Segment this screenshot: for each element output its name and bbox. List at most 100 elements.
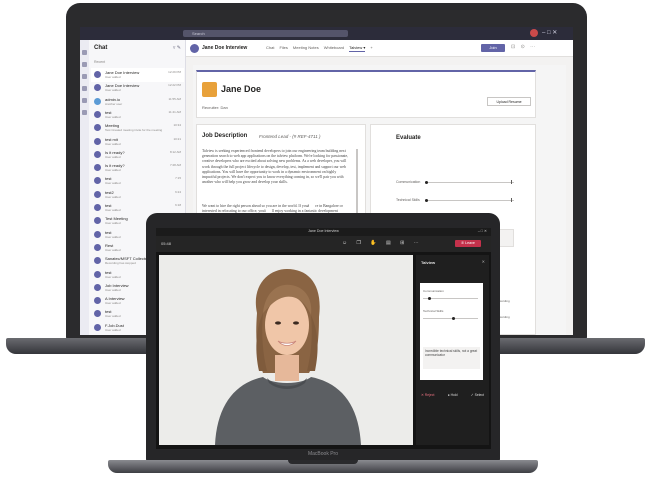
meeting-control-icons[interactable]: ☺ ❐ ✋ ▤ ⊞ ⋯ [342,240,423,246]
activity-icon[interactable] [82,50,87,55]
chat-time: 11:41 AM [168,109,181,114]
meeting-tab[interactable]: Files [279,45,287,52]
chat-list-item[interactable]: Jane Doe Interview User added 12:22 PM [91,81,184,95]
criterion-label: Communication [423,289,444,293]
chat-avatar [94,270,101,278]
talview-side-panel: Talview ✕ Communication Technical Skills… [416,255,489,445]
feedback-textarea[interactable]: Incredible technical skills, not a great… [423,347,480,369]
chat-time: 6:24 [175,189,181,194]
chat-avatar [94,124,101,132]
slider-thumb[interactable] [451,317,455,320]
window-controls[interactable]: – □ ✕ [542,29,557,37]
teams-title-bar: Search – □ ✕ [80,27,573,40]
teams-icon[interactable] [82,74,87,79]
chat-avatar [94,230,101,238]
meeting-tab[interactable]: Whiteboard [324,45,344,52]
chat-avatar [94,164,101,172]
criterion-slider[interactable] [426,182,514,183]
chat-list-item[interactable]: test User added 7:15 [91,174,184,188]
job-description-heading: Job Description [202,133,248,139]
app-rail [80,40,89,335]
chat-avatar [94,97,101,105]
chat-avatar [94,84,101,92]
meeting-tabs: Chat Files Meeting Notes Whiteboard Talview … [266,45,373,52]
job-description-paragraph: Talview is seeking experienced frontend … [202,149,349,185]
participant-portrait [159,255,413,445]
leave-button[interactable]: ✆ Leave [455,240,481,247]
chat-avatar [94,150,101,158]
recent-label: Recent [94,60,106,64]
chat-avatar [94,71,101,78]
chat-preview: User added [105,141,121,146]
slider-thumb[interactable] [424,181,428,184]
meeting-title: Jane Doe Interview [202,45,248,51]
files-icon[interactable] [82,110,87,115]
meeting-toolbar: 05:48 ☺ ❐ ✋ ▤ ⊞ ⋯ ✆ Leave [156,236,491,252]
select-button[interactable]: ✓ Select [471,393,484,397]
chat-preview: User added [105,75,121,79]
user-avatar[interactable] [530,29,538,37]
chat-time: 7:15 [175,176,181,181]
window-controls[interactable]: – □ ✕ [478,229,487,233]
meeting-tab[interactable]: + [370,45,372,52]
chat-preview: Test Created meeting invite for the meet… [105,128,163,133]
evaluation-form: Communication Technical Skills Incredibl… [420,283,483,380]
chat-time: 8:12 AM [169,149,181,154]
reject-button[interactable]: ✕ Reject [421,393,434,397]
chat-list-item[interactable]: Is it ready? User added 7:28 AM [91,161,184,175]
chat-time: 6:18 [175,203,181,207]
chat-avatar [94,137,101,145]
filter-compose-icons[interactable]: ▿ ✎ [173,45,181,51]
meeting-tab[interactable]: Talview ▾ [349,45,366,52]
slider-thumb[interactable] [424,199,428,202]
meeting-timer: 05:48 [161,241,172,246]
meeting-avatar [190,44,199,53]
chat-avatar [94,217,101,225]
chat-list-item[interactable]: Meeting Test Created meeting invite for t… [91,121,184,135]
chat-preview: User added [105,168,121,173]
chat-avatar [94,190,101,198]
chat-avatar [94,323,101,331]
join-button[interactable]: Join [481,44,505,52]
header-action-icons[interactable]: ⊡ ⊙ ⋯ [511,44,537,50]
chat-avatar [94,283,101,291]
calls-icon[interactable] [82,98,87,103]
chat-list-item[interactable]: Jane Doe Interview User added 12:29 PM [91,68,184,82]
chat-list-item[interactable]: test User added 11:41 AM [91,108,184,122]
criterion-slider[interactable] [423,298,478,299]
meeting-tab[interactable]: Chat [266,45,274,52]
close-icon[interactable]: ✕ [482,259,485,264]
chat-list-item[interactable]: Is it ready? User added 8:12 AM [91,148,184,162]
calendar-icon[interactable] [82,86,87,91]
meeting-tab[interactable]: Meeting Notes [293,45,319,52]
chat-list-item[interactable]: test2 User added 6:24 [91,188,184,202]
hold-button[interactable]: ● Hold [448,393,458,397]
chat-list-item[interactable]: admin.io Another user 11:55 AM [91,95,184,109]
chat-icon[interactable] [82,62,87,67]
chat-preview: User added [105,88,121,93]
slider-end-mark [511,180,512,184]
search-input[interactable]: Search [183,30,348,37]
panel-title: Talview [421,260,436,265]
chat-avatar [94,310,101,318]
chat-preview: Another user [105,101,123,106]
criterion-slider[interactable] [423,318,478,319]
criterion-label: Technical Skills [423,309,444,313]
candidate-name: Jane Doe [221,84,262,94]
upload-resume-button[interactable]: Upload Resume [487,97,531,106]
participant-video [159,255,413,445]
chat-time: 12:22 PM [168,83,181,88]
slider-thumb[interactable] [428,297,432,300]
chat-list-item[interactable]: test mit User added 10:21 [91,135,184,149]
product-showcase: Search – □ ✕ Chat ▿ ✎ Recent Jane Doe In… [0,0,647,483]
recruiter-label: Recruiter: Dan [202,105,228,110]
chat-time: 11:55 AM [168,96,181,101]
meeting-window: Jane Doe Interview – □ ✕ 05:48 ☺ ❐ ✋ ▤ ⊞… [156,228,491,449]
chat-avatar [94,257,101,265]
chat-time: 12:29 PM [168,70,181,74]
front-laptop-base [108,460,538,473]
candidate-card: Jane Doe Recruiter: Dan Upload Resume [196,70,536,118]
criterion-slider[interactable] [426,200,514,201]
decision-actions: ✕ Reject ● Hold ✓ Select [421,393,484,397]
meeting-window-title: Jane Doe Interview [308,229,339,233]
